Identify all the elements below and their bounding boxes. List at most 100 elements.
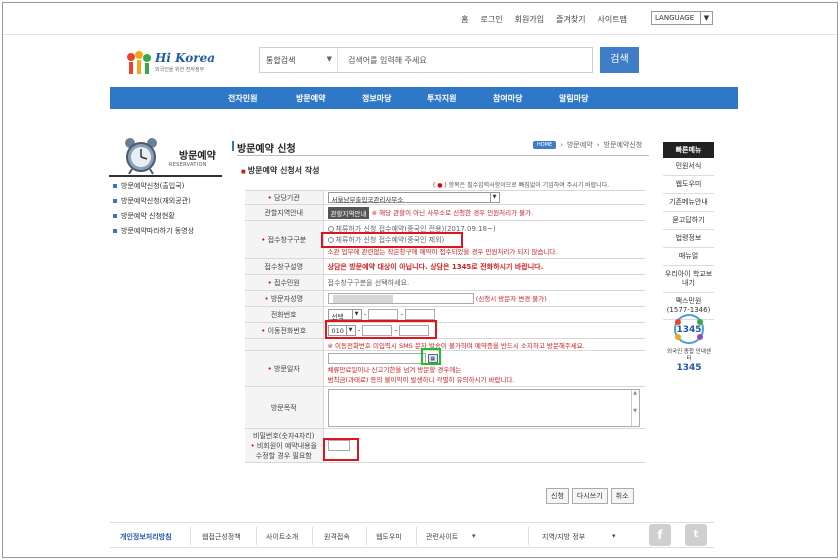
breadcrumb-separator: ›: [560, 141, 563, 149]
counter-desc: 상담은 방문예약 대상이 아닙니다. 상담은 1345로 전화하시기 바랍니다.: [327, 262, 544, 271]
main-nav: 전자민원 방문예약 정보마당 투자지원 참여마당 알림마당: [110, 87, 738, 109]
nav-item-invest[interactable]: 투자지원: [427, 93, 456, 104]
phone-last-input[interactable]: [405, 309, 436, 320]
phone-mid-input[interactable]: [368, 309, 399, 320]
top-link-login[interactable]: 로그인: [481, 14, 503, 25]
sidebar-subtitle: RESERVATION: [169, 162, 207, 168]
required-note-text: 항목은 필수입력사항이므로 빠짐없이 기입하여 주시기 바랍니다.: [446, 182, 610, 189]
quick-item-old-menu[interactable]: 기존메뉴안내: [663, 194, 714, 212]
date-input[interactable]: [327, 353, 426, 364]
footer-webhelper[interactable]: 웹도우미: [376, 532, 402, 542]
highlight-box-calendar: [421, 348, 441, 365]
center-text: 외국인 종합 안내센터: [667, 349, 711, 362]
highlight-box-password: [323, 438, 359, 461]
chevron-down-icon: ▼: [489, 193, 499, 202]
top-utility-bar: 홈 로그인 회원가입 즐겨찾기 사이트맵 LANGUAGE ▼: [3, 3, 837, 35]
form-buttons: 신청 다시쓰기 취소: [546, 488, 634, 504]
area-note: ※ 해당 관할이 아닌 사무소로 신청한 경우 민원처리가 불가.: [371, 208, 534, 217]
browser-frame: 홈 로그인 회원가입 즐겨찾기 사이트맵 LANGUAGE ▼ Hi Korea…: [2, 2, 838, 558]
language-label: LANGUAGE: [655, 14, 695, 22]
logo-name: Hi Korea: [155, 51, 215, 65]
visitor-name-input[interactable]: [327, 293, 474, 305]
quick-item-web-helper[interactable]: 웹도우미: [663, 176, 714, 194]
section-title: 방문예약 신청서 작성: [241, 165, 320, 176]
top-link-home[interactable]: 홈: [461, 14, 468, 25]
quick-menu: 빠른메뉴 민원서식 웹도우미 기존메뉴안내 묻고답하기 법령정보 매뉴얼 우리아…: [663, 142, 714, 320]
nav-item-reservation[interactable]: 방문예약: [296, 93, 325, 104]
purpose-textarea[interactable]: ▲ ▼: [327, 388, 640, 427]
required-note: ( ● ) 항목은 필수입력사항이므로 빠짐없이 기입하여 주시기 바랍니다.: [433, 180, 609, 189]
footer-remote[interactable]: 원격접속: [324, 532, 350, 542]
sidebar-item-reserve-embassy[interactable]: 방문예약신청(재외공관): [113, 196, 225, 211]
date-note-1: 체류만료일이나 신고기한을 넘겨 방문할 경우에는: [327, 366, 462, 374]
top-link-sitemap[interactable]: 사이트맵: [598, 14, 627, 25]
quick-item-qna[interactable]: 묻고답하기: [663, 212, 714, 230]
quick-item-manual[interactable]: 매뉴얼: [663, 248, 714, 266]
breadcrumb-home[interactable]: HOME: [533, 141, 557, 149]
civil-value: 접수창구구분을 선택하세요.: [327, 278, 410, 287]
mobile-note: ※ 이동전화번호 미입력시 SMS 문자 발송이 불가하며 예약증을 반드시 소…: [327, 341, 585, 350]
visitor-label: • 방문자성명: [245, 290, 324, 307]
sidebar-item-reserve-immigration[interactable]: 방문예약신청(출입국): [113, 181, 225, 196]
top-link-join[interactable]: 회원가입: [515, 14, 544, 25]
visitor-note: (신청시 방문자 변경 불가): [475, 294, 547, 303]
nav-item-civil[interactable]: 전자민원: [228, 93, 257, 104]
nav-item-notice[interactable]: 알림마당: [559, 93, 588, 104]
chevron-down-icon: ▼: [700, 12, 712, 24]
date-note-2: 범칙금(과태료) 등의 불이익이 발생하니 각별히 유의하시기 바랍니다.: [327, 376, 515, 384]
nav-item-info[interactable]: 정보마당: [362, 93, 391, 104]
breadcrumb: HOME › 방문예약 › 방문예약신청: [533, 140, 642, 150]
highlight-box-mobile: [325, 320, 437, 339]
facebook-icon[interactable]: f: [649, 524, 671, 546]
phone-label: 전화번호: [245, 306, 324, 323]
logo-tagline: 외국인을 위한 전자정부: [155, 67, 205, 73]
site-logo[interactable]: Hi Korea 외국인을 위한 전자정부: [125, 47, 215, 77]
quick-item-law[interactable]: 법령정보: [663, 230, 714, 248]
reset-button[interactable]: 다시쓰기: [571, 488, 608, 504]
office-select[interactable]: 서울남부출입국관리사무소 ▼: [327, 192, 500, 204]
sidebar-item-reserve-video[interactable]: 방문예약따라하기 동영상: [113, 226, 225, 241]
top-link-favorite[interactable]: 즐겨찾기: [556, 14, 585, 25]
top-links: 홈 로그인 회원가입 즐겨찾기 사이트맵: [461, 14, 627, 25]
cancel-button[interactable]: 취소: [610, 488, 634, 504]
area-guide-button[interactable]: 관할지역안내: [327, 206, 370, 219]
area-label: 관할지역안내: [245, 204, 324, 221]
blurred-name: [332, 295, 393, 304]
search-input[interactable]: 검색어를 입력해 주세요: [348, 55, 427, 66]
page-title: 방문예약 신청: [232, 140, 296, 155]
search-box: 통합검색 ▼ 검색어를 입력해 주세요: [259, 47, 593, 73]
quick-item-forms[interactable]: 민원서식: [663, 158, 714, 176]
twitter-icon[interactable]: t: [685, 524, 707, 546]
footer-related-sites[interactable]: 관련사이트: [426, 532, 458, 542]
logo-icon: [127, 51, 151, 74]
quick-item-school[interactable]: 우리아이 학교보내기: [663, 266, 714, 293]
footer-accessibility[interactable]: 웹접근성정책: [202, 532, 241, 542]
search-category-select[interactable]: 통합검색 ▼: [260, 48, 338, 72]
sidebar-item-reserve-status[interactable]: 방문예약 신청현황: [113, 211, 225, 226]
required-star: ( ● ): [433, 182, 447, 189]
chevron-down-icon: ▼: [351, 310, 361, 319]
language-select[interactable]: LANGUAGE ▼: [651, 11, 713, 25]
purpose-label: 방문목적: [245, 386, 324, 429]
submit-button[interactable]: 신청: [546, 488, 569, 504]
textarea-scrollbar[interactable]: ▲ ▼: [630, 389, 639, 426]
footer-privacy[interactable]: 개인정보처리방침: [120, 532, 172, 542]
footer-about[interactable]: 사이트소개: [266, 532, 298, 542]
call-center-banner[interactable]: 1345 외국인 종합 안내센터 1345: [667, 313, 711, 383]
counter-desc-label: 접수창구설명: [245, 258, 324, 275]
sidebar-title: 방문예약: [179, 151, 216, 162]
nav-item-participate[interactable]: 참여마당: [493, 93, 522, 104]
title-divider: [237, 155, 649, 156]
search-button[interactable]: 검색: [600, 47, 639, 73]
breadcrumb-current: 방문예약신청: [603, 141, 643, 149]
breadcrumb-item[interactable]: 방문예약: [567, 140, 593, 150]
highlight-box-counter: [321, 232, 463, 248]
footer-local-gov[interactable]: 지역/지방 정부: [542, 532, 585, 542]
password-label: 비밀번호(숫자4자리) • 비회원이 예약내용을 수정할 경우 필요함: [245, 428, 324, 463]
phone-area-select[interactable]: 선택 ▼: [327, 309, 362, 321]
mobile-label: • 이동전화번호: [245, 322, 324, 339]
footer-bar: 개인정보처리방침 웹접근성정책 사이트소개 원격접속 웹도우미 관련사이트 ▾ …: [110, 522, 714, 548]
chevron-down-icon: ▾: [472, 532, 476, 540]
chevron-down-icon: ▾: [612, 532, 616, 540]
civil-label: • 접수민원: [245, 274, 324, 291]
